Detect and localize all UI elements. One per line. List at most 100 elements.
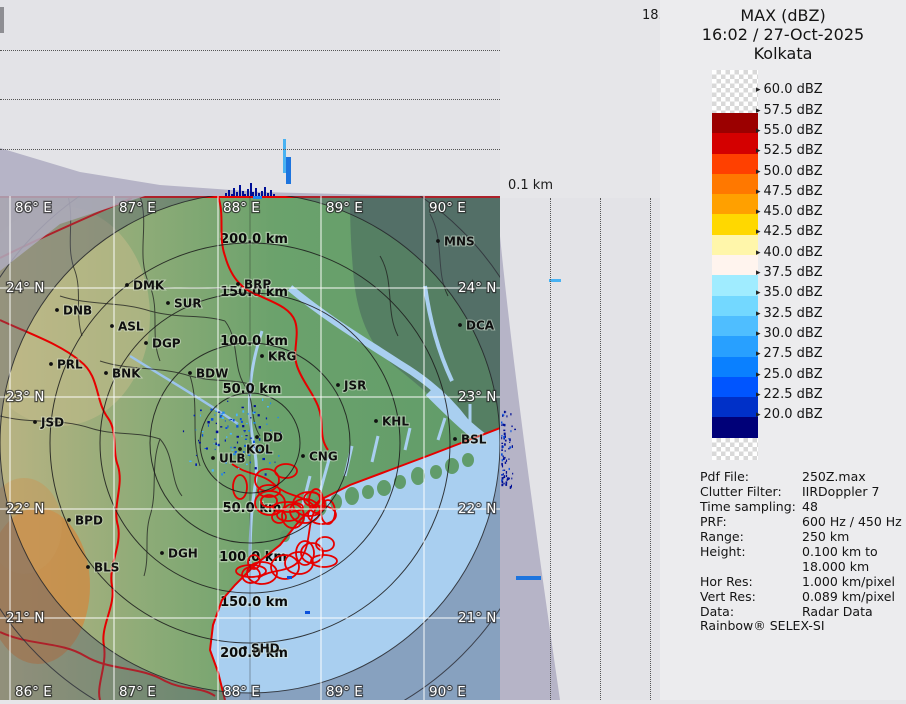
right-height-projection-panel	[500, 198, 661, 700]
metadata-key: Range:	[700, 529, 744, 544]
city-label: ASL	[118, 320, 144, 334]
metadata-key: Time sampling:	[700, 499, 796, 514]
scale-label: ▸45.0 dBZ	[756, 204, 823, 219]
scale-band	[712, 235, 758, 255]
longitude-label: 86° E	[15, 200, 52, 216]
city-label: KRG	[268, 350, 296, 364]
metadata-key: PRF:	[700, 514, 727, 529]
scale-label: ▸40.0 dBZ	[756, 245, 823, 260]
latitude-label: 21° N	[458, 610, 496, 626]
scale-tick-arrow: ▸	[756, 187, 761, 197]
metadata-value: 250Z.max	[802, 469, 866, 484]
metadata-row: Height:0.100 km to	[700, 544, 906, 559]
scale-tick-arrow: ▸	[756, 146, 761, 156]
city-dot	[125, 283, 129, 287]
scale-band-transparent	[712, 438, 758, 460]
right-panel-graphics	[500, 198, 660, 700]
longitude-label: 90° E	[429, 684, 466, 700]
city-dot	[67, 518, 71, 522]
city-dot	[160, 551, 164, 555]
metadata-row: Time sampling: 48	[700, 499, 906, 514]
city-label: SHD	[251, 642, 280, 656]
city-dot	[144, 341, 148, 345]
scale-band	[712, 255, 758, 275]
latitude-label: 22° N	[6, 501, 44, 517]
height-gridline	[0, 99, 500, 100]
city-dot	[458, 323, 462, 327]
city-label: DMK	[133, 279, 165, 293]
scale-band	[712, 154, 758, 174]
software-footer: Rainbow® SELEX-SI	[700, 618, 825, 633]
scale-tick-arrow: ▸	[756, 248, 761, 258]
window-edge-artifact	[0, 7, 4, 33]
scale-label: ▸47.5 dBZ	[756, 184, 823, 199]
scale-tick-arrow: ▸	[756, 329, 761, 339]
height-gridline	[650, 198, 651, 700]
product-station: Kolkata	[660, 44, 906, 63]
dbz-color-scale	[712, 70, 758, 460]
metadata-row: Vert Res:0.089 km/pixel	[700, 589, 906, 604]
city-label: BPD	[75, 514, 103, 528]
scale-tick-arrow: ▸	[756, 85, 761, 95]
min-height-label: 0.1 km	[508, 178, 553, 193]
radar-map: 200.0 km150.0 km100.0 km50.0 km50.0 km10…	[0, 196, 500, 700]
city-label: JSD	[40, 416, 64, 430]
city-dot	[55, 308, 59, 312]
metadata-key: Pdf File:	[700, 469, 749, 484]
scale-tick-arrow: ▸	[756, 410, 761, 420]
scale-band	[712, 357, 758, 377]
city-label: KHL	[382, 415, 409, 429]
scale-band	[712, 194, 758, 214]
height-gridline	[0, 50, 500, 51]
longitude-label: 87° E	[119, 200, 156, 216]
city-label: BLS	[94, 561, 119, 575]
scale-tick-arrow: ▸	[756, 288, 761, 298]
longitude-label: 88° E	[223, 200, 260, 216]
city-label: ULB	[219, 452, 246, 466]
city-label: DCA	[466, 319, 495, 333]
scale-label: ▸32.5 dBZ	[756, 306, 823, 321]
longitude-label: 89° E	[326, 200, 363, 216]
metadata-row: Clutter Filter:IIRDoppler 7	[700, 484, 906, 499]
longitude-label: 90° E	[429, 200, 466, 216]
scale-label: ▸37.5 dBZ	[756, 265, 823, 280]
scale-band	[712, 113, 758, 133]
metadata-key: Data:	[700, 604, 734, 619]
scale-label: ▸35.0 dBZ	[756, 285, 823, 300]
city-label: DNB	[63, 304, 92, 318]
metadata-value: 48	[802, 499, 818, 514]
product-datetime: 16:02 / 27-Oct-2025	[660, 25, 906, 44]
metadata-value: 0.100 km to	[802, 544, 878, 559]
metadata-value: 250 km	[802, 529, 849, 544]
metadata-row: Range: 250 km	[700, 529, 906, 544]
scale-label: ▸42.5 dBZ	[756, 224, 823, 239]
scale-label: ▸30.0 dBZ	[756, 326, 823, 341]
scale-band	[712, 133, 758, 153]
scale-label: ▸50.0 dBZ	[756, 164, 823, 179]
city-dot	[33, 420, 37, 424]
metadata-value: 18.000 km	[802, 559, 869, 574]
longitude-label: 89° E	[326, 684, 363, 700]
scale-label: ▸25.0 dBZ	[756, 367, 823, 382]
metadata-value: IIRDoppler 7	[802, 484, 879, 499]
scale-band	[712, 275, 758, 295]
scale-band-transparent	[712, 70, 758, 113]
city-label: BSL	[461, 433, 487, 447]
scale-band	[712, 417, 758, 437]
metadata-row: Data:Radar Data	[700, 604, 906, 619]
scale-label: ▸27.5 dBZ	[756, 346, 823, 361]
city-label: DGP	[152, 337, 181, 351]
top-panel-echoes	[225, 139, 291, 197]
city-dot	[243, 646, 247, 650]
range-ring-label: 150.0 km	[220, 595, 288, 610]
scale-tick-arrow: ▸	[756, 370, 761, 380]
city-label: BRP	[244, 278, 271, 292]
latitude-label: 23° N	[6, 389, 44, 405]
scale-label: ▸57.5 dBZ	[756, 103, 823, 118]
scale-band	[712, 316, 758, 336]
metadata-value: 1.000 km/pixel	[802, 574, 895, 589]
city-dot	[453, 437, 457, 441]
scale-tick-arrow: ▸	[756, 268, 761, 278]
scale-band	[712, 336, 758, 356]
scale-band	[712, 397, 758, 417]
